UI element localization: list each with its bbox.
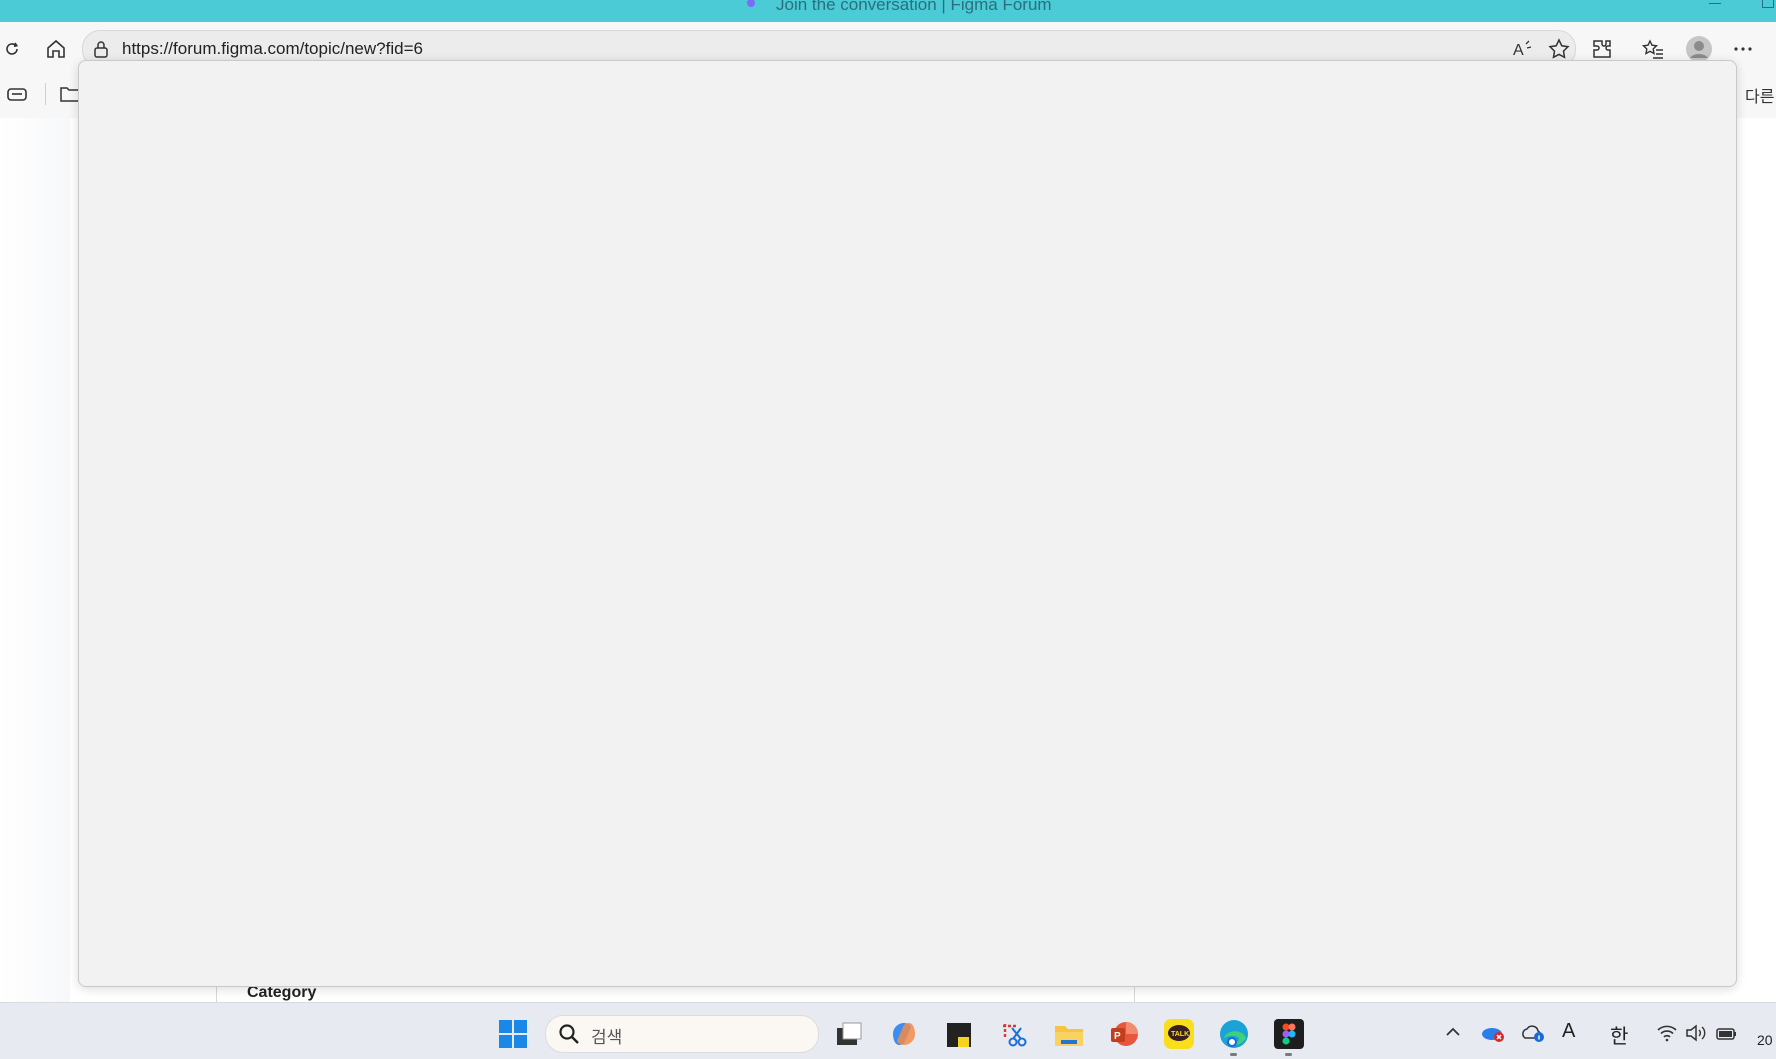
- taskbar-search-box[interactable]: 검색: [545, 1015, 819, 1053]
- minimize-button[interactable]: [1709, 3, 1721, 4]
- figma-favicon-icon: [747, 0, 755, 7]
- form-border-right: [1134, 985, 1135, 1002]
- svg-text:TALK: TALK: [1171, 1031, 1189, 1038]
- wifi-icon[interactable]: [1656, 1024, 1678, 1042]
- battery-icon[interactable]: [1715, 1024, 1739, 1042]
- kakaotalk-icon[interactable]: TALK: [1163, 1018, 1195, 1050]
- more-icon[interactable]: [1732, 38, 1754, 60]
- snipping-tool-icon[interactable]: [998, 1019, 1030, 1051]
- home-icon[interactable]: [45, 38, 67, 60]
- file-explorer-icon[interactable]: [1053, 1019, 1085, 1051]
- copilot-icon[interactable]: [888, 1018, 920, 1050]
- sticky-notes-icon[interactable]: [943, 1019, 975, 1051]
- clock-text[interactable]: 20: [1757, 1032, 1773, 1048]
- page-left-gutter: [0, 118, 70, 1002]
- favorites-separator: [45, 83, 46, 105]
- cloud-info-icon[interactable]: [1520, 1022, 1546, 1044]
- task-view-icon[interactable]: [833, 1019, 865, 1051]
- figma-icon[interactable]: [1273, 1018, 1305, 1050]
- edge-icon[interactable]: [1218, 1018, 1250, 1050]
- lock-icon[interactable]: [93, 40, 109, 58]
- start-icon[interactable]: [497, 1018, 529, 1050]
- search-icon: [558, 1023, 580, 1045]
- profile-icon[interactable]: [1685, 35, 1713, 63]
- window-title: Join the conversation | Figma Forum: [776, 0, 1052, 14]
- chevron-up-icon[interactable]: [1443, 1022, 1463, 1042]
- volume-icon[interactable]: [1685, 1024, 1707, 1042]
- collections-icon[interactable]: [6, 84, 28, 104]
- ime-mode-indicator[interactable]: 한: [1610, 1020, 1628, 1049]
- maximize-button[interactable]: [1762, 0, 1774, 8]
- edge-running-indicator: [1230, 1053, 1237, 1056]
- search-placeholder: 검색: [591, 1028, 623, 1047]
- form-border-left: [216, 985, 217, 1002]
- other-favorites-label[interactable]: 다른: [1745, 83, 1774, 107]
- font-indicator[interactable]: A: [1562, 1020, 1575, 1043]
- reload-icon[interactable]: [2, 39, 22, 59]
- onedrive-error-icon[interactable]: [1480, 1022, 1506, 1044]
- url-text[interactable]: https://forum.figma.com/topic/new?fid=6: [122, 39, 423, 59]
- favorite-star-icon[interactable]: [1547, 37, 1571, 61]
- extensions-icon[interactable]: [1590, 37, 1614, 61]
- read-aloud-icon[interactable]: A: [1511, 38, 1533, 60]
- favorites-icon[interactable]: [1641, 37, 1665, 61]
- figma-running-indicator: [1285, 1053, 1292, 1056]
- svg-text:P: P: [1114, 1031, 1121, 1042]
- blank-modal-overlay[interactable]: [78, 60, 1737, 987]
- powerpoint-icon[interactable]: P: [1108, 1018, 1140, 1050]
- svg-text:A: A: [1513, 42, 1524, 59]
